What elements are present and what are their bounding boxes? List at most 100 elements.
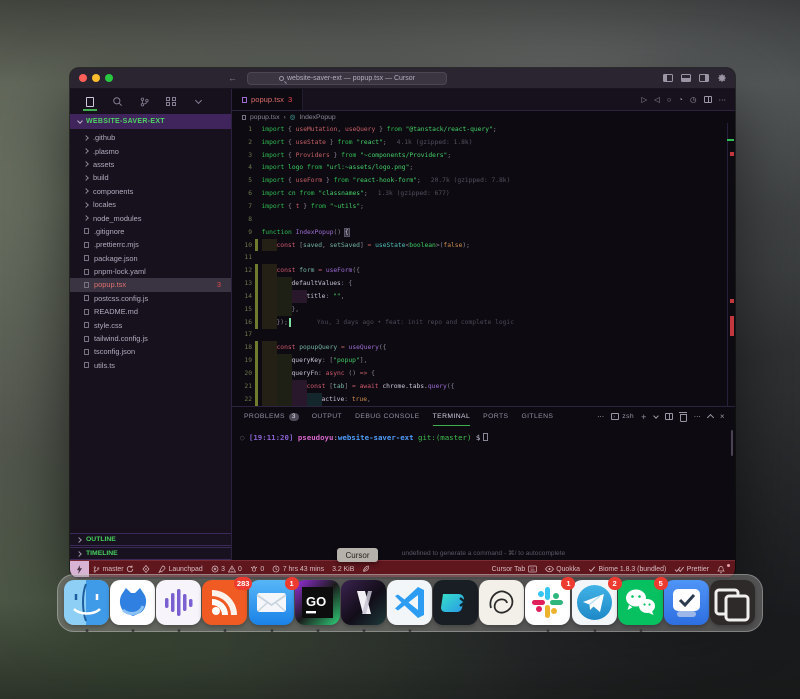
- status-prettier[interactable]: Prettier: [670, 565, 713, 573]
- shell-selector[interactable]: ›zsh: [611, 413, 634, 420]
- panel-more-icon[interactable]: ⋯: [694, 413, 701, 421]
- panel-tab-terminal[interactable]: TERMINAL: [433, 407, 471, 426]
- dock-icon-rss-reader[interactable]: 283: [202, 580, 248, 632]
- status-notifications[interactable]: [713, 565, 729, 574]
- dock-icon-cursor[interactable]: [341, 580, 387, 632]
- breadcrumb-symbol[interactable]: IndexPopup: [299, 114, 335, 121]
- settings-gear-icon[interactable]: [717, 73, 727, 83]
- file-item-README.md[interactable]: README.md: [70, 305, 231, 318]
- code-editor[interactable]: 1import { useMutation, useQuery } from "…: [232, 123, 735, 406]
- folder-item-.plasmo[interactable]: .plasmo: [70, 144, 231, 157]
- folder-item-assets[interactable]: assets: [70, 158, 231, 171]
- file-item-tailwind.config.js[interactable]: tailwind.config.js: [70, 332, 231, 345]
- code-token: useQuery: [349, 344, 379, 351]
- status-cursor-tab[interactable]: Cursor Tab: [488, 565, 541, 573]
- code-token: ({: [447, 383, 455, 390]
- dock-icon-finder[interactable]: [64, 580, 110, 632]
- history-back-button[interactable]: ←: [228, 73, 237, 83]
- code-token: }: [330, 152, 341, 159]
- toggle-panel-icon[interactable]: [681, 74, 691, 82]
- panel-tab-gitlens[interactable]: GITLENS: [521, 407, 553, 426]
- more-actions-icon[interactable]: ⋯: [719, 95, 727, 104]
- indent-guide: [292, 380, 307, 393]
- goland-icon: GO: [295, 580, 340, 625]
- folder-item-build[interactable]: build: [70, 171, 231, 184]
- maximize-panel-icon[interactable]: [707, 414, 714, 421]
- file-item-.gitignore[interactable]: .gitignore: [70, 225, 231, 238]
- window-title: website-saver-ext — popup.tsx — Cursor: [287, 75, 415, 82]
- dock-icon-slack[interactable]: 1: [525, 580, 571, 632]
- close-panel-icon[interactable]: ×: [720, 412, 725, 421]
- timeline-section-header[interactable]: TIMELINE: [70, 547, 231, 560]
- more-tabs-icon[interactable]: ⋯: [597, 413, 604, 421]
- dock-icon-mail[interactable]: 1: [249, 580, 295, 632]
- outline-section-header[interactable]: OUTLINE: [70, 533, 231, 546]
- file-item-utils.ts[interactable]: utils.ts: [70, 359, 231, 372]
- dock-icon-wechat[interactable]: 5: [618, 580, 664, 632]
- panel-tab-output[interactable]: OUTPUT: [312, 407, 342, 426]
- search-view-icon[interactable]: [111, 95, 123, 109]
- toggle-secondary-sidebar-icon[interactable]: [699, 74, 709, 82]
- timer-icon[interactable]: ◷: [690, 95, 697, 104]
- code-token: from: [311, 203, 330, 210]
- overview-ruler[interactable]: [727, 123, 735, 406]
- code-token: tab: [333, 383, 344, 390]
- views-chevron-down-icon[interactable]: [192, 95, 204, 109]
- git-blame-annotation: You, 3 days ago • feat: init repo and co…: [317, 319, 514, 326]
- run-button[interactable]: ▷: [641, 95, 647, 104]
- file-item-package.json[interactable]: package.json: [70, 252, 231, 265]
- explorer-project-header[interactable]: WEBSITE-SAVER-EXT: [70, 114, 231, 129]
- folder-item-node_modules[interactable]: node_modules: [70, 211, 231, 224]
- dock-icon-fox-app[interactable]: [110, 580, 156, 632]
- toggle-sidebar-icon[interactable]: [663, 74, 673, 82]
- split-editor-icon[interactable]: [704, 96, 712, 103]
- panel-tab-debug-console[interactable]: DEBUG CONSOLE: [355, 407, 420, 426]
- file-item-popup.tsx[interactable]: popup.tsx3: [70, 278, 231, 291]
- dock-icon-things[interactable]: [664, 580, 710, 632]
- dock-icon-sketch-app[interactable]: [479, 580, 525, 632]
- folder-item-.github[interactable]: .github: [70, 131, 231, 144]
- tab-popup-tsx[interactable]: popup.tsx 3: [232, 89, 303, 110]
- terminal-dropdown-icon[interactable]: [653, 413, 659, 419]
- breadcrumb[interactable]: popup.tsx › ◎ IndexPopup: [232, 111, 735, 123]
- gitlens-icon: [142, 565, 150, 573]
- file-item-style.css[interactable]: style.css: [70, 318, 231, 331]
- code-token: ({: [352, 267, 360, 274]
- dock-icon-audio-app[interactable]: [156, 580, 202, 632]
- extensions-icon[interactable]: [165, 95, 177, 109]
- file-item-pnpm-lock.yaml[interactable]: pnpm-lock.yaml: [70, 265, 231, 278]
- source-control-icon[interactable]: [138, 95, 150, 109]
- dock-icon-goland[interactable]: GO: [295, 580, 341, 632]
- dock-icon-vscode[interactable]: [387, 580, 433, 632]
- terminal[interactable]: ○ [19:11:20] pseudoyu:website-saver-ext …: [232, 426, 735, 560]
- status-quokka[interactable]: Quokka: [541, 565, 584, 573]
- panel-tab-problems[interactable]: PROBLEMS3: [244, 407, 299, 426]
- panel-tab-ports[interactable]: PORTS: [483, 407, 508, 426]
- minimize-window-button[interactable]: [92, 74, 100, 82]
- breadcrumb-file[interactable]: popup.tsx: [250, 114, 279, 121]
- dock-icon-clipped-app[interactable]: [710, 580, 756, 632]
- terminal-hint: undefined to generate a command - ⌘/ to …: [232, 549, 735, 557]
- circle-icon[interactable]: ○: [667, 95, 672, 104]
- close-window-button[interactable]: [79, 74, 87, 82]
- file-item-.prettierrc.mjs[interactable]: .prettierrc.mjs: [70, 238, 231, 251]
- panel-tab-label: TERMINAL: [433, 413, 471, 420]
- code-token: ;: [360, 203, 364, 210]
- new-terminal-button[interactable]: +: [641, 412, 647, 422]
- file-item-tsconfig.json[interactable]: tsconfig.json: [70, 345, 231, 358]
- explorer-icon[interactable]: [84, 95, 96, 109]
- terminal-scrollbar[interactable]: [731, 430, 733, 456]
- kill-terminal-icon[interactable]: [680, 414, 687, 422]
- split-terminal-icon[interactable]: [665, 413, 673, 420]
- command-center-search[interactable]: website-saver-ext — popup.tsx — Cursor: [247, 72, 447, 85]
- status-biome[interactable]: Biome 1.8.3 (bundled): [584, 565, 670, 573]
- git-change-bar: [255, 316, 258, 329]
- zoom-window-button[interactable]: [105, 74, 113, 82]
- dock-icon-telegram[interactable]: 2: [572, 580, 618, 632]
- folder-item-components[interactable]: components: [70, 185, 231, 198]
- nav-back-icon[interactable]: ◁: [654, 95, 660, 104]
- file-item-postcss.config.js[interactable]: postcss.config.js: [70, 292, 231, 305]
- dock-icon-warp[interactable]: [433, 580, 479, 632]
- circle-play-icon[interactable]: ◔: [678, 95, 683, 104]
- folder-item-locales[interactable]: locales: [70, 198, 231, 211]
